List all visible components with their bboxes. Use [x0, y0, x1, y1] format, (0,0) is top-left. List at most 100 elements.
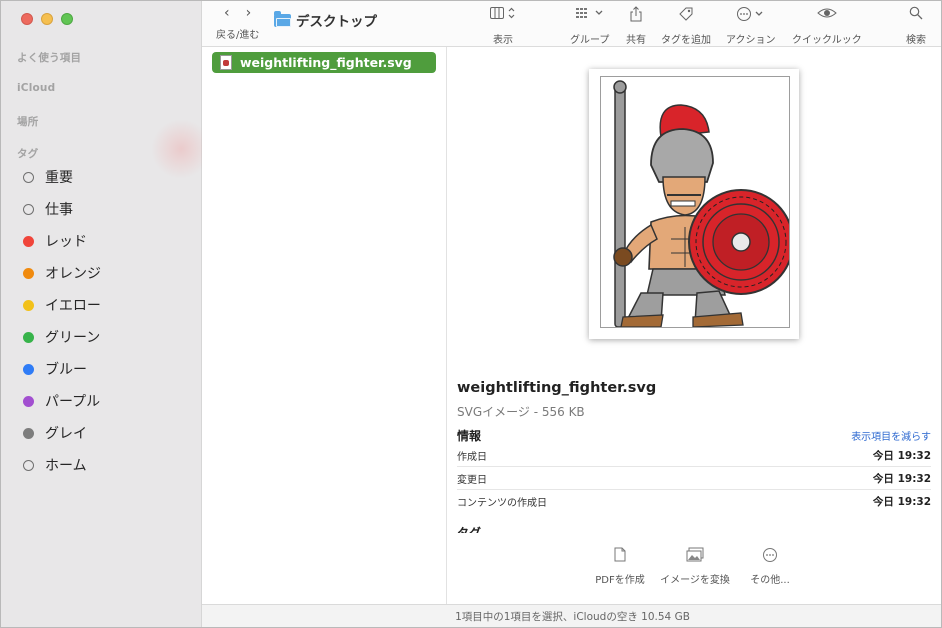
more-icon [735, 547, 805, 565]
sidebar-tag-red[interactable]: レッド [1, 225, 201, 257]
preview-file-kind: SVGイメージ - 556 KB [457, 405, 585, 419]
search-button-label: 検索 [906, 35, 926, 46]
column-view-icon [490, 6, 516, 24]
search-icon [906, 6, 926, 24]
info-value: 今日 19:32 [872, 472, 931, 485]
photos-icon [660, 547, 730, 565]
back-chevron-icon[interactable]: ‹ [224, 5, 230, 21]
file-thumbnail[interactable] [589, 69, 799, 339]
create-pdf-label: PDFを作成 [595, 575, 645, 586]
sidebar-tag-yellow[interactable]: イエロー [1, 289, 201, 321]
window-title: デスクトップ [274, 10, 377, 30]
convert-image-label: イメージを変換 [660, 575, 730, 586]
sidebar-tag-label: ブルー [45, 362, 87, 378]
svg-file-icon [220, 55, 232, 70]
sidebar-tag-gray[interactable]: グレイ [1, 417, 201, 449]
action-button-label: アクション [726, 35, 776, 46]
group-button[interactable]: グループ [570, 6, 609, 46]
hollow-circle-icon [23, 171, 34, 183]
info-value: 今日 19:32 [872, 496, 931, 508]
info-label: 作成日 [457, 451, 487, 463]
sidebar-tag-label: グリーン [45, 330, 101, 346]
finder-window: よく使う項目 iCloud 場所 タグ 重要 仕事 レッド オレンジ イエロー … [0, 0, 942, 628]
status-bar: 1項目中の1項目を選択、iCloudの空き 10.54 GB [202, 604, 941, 627]
sidebar-section-locations[interactable]: 場所 [17, 114, 38, 129]
red-dot-icon [23, 235, 34, 247]
tag-icon [661, 6, 711, 24]
hollow-circle-icon [23, 203, 34, 215]
hollow-circle-icon [23, 459, 34, 471]
sidebar-section-icloud[interactable]: iCloud [17, 82, 55, 94]
add-tag-button[interactable]: タグを追加 [661, 6, 711, 46]
sidebar-tag-important[interactable]: 重要 [1, 161, 201, 193]
purple-dot-icon [23, 395, 34, 407]
close-window-button[interactable] [21, 13, 33, 25]
info-row-modified: 変更日 今日 19:32 [457, 467, 931, 490]
sidebar-tag-blue[interactable]: ブルー [1, 353, 201, 385]
sidebar-tag-green[interactable]: グリーン [1, 321, 201, 353]
add-tag-button-label: タグを追加 [661, 35, 711, 46]
sidebar-tag-home[interactable]: ホーム [1, 449, 201, 481]
sidebar-tag-label: グレイ [45, 426, 87, 442]
sidebar-section-tags[interactable]: タグ [17, 146, 38, 161]
tags-heading: タグ [457, 526, 482, 533]
sidebar-tag-label: レッド [45, 234, 87, 250]
orange-dot-icon [23, 267, 34, 279]
sidebar-tag-label: 重要 [45, 170, 73, 186]
sidebar-tag-purple[interactable]: パープル [1, 385, 201, 417]
folder-icon [274, 10, 291, 27]
info-label: コンテンツの作成日 [457, 498, 547, 509]
preview-file-name: weightlifting_fighter.svg [457, 380, 657, 396]
more-actions-button[interactable]: その他... [735, 547, 805, 588]
sidebar-tag-label: 仕事 [45, 202, 73, 218]
share-button-label: 共有 [626, 35, 646, 46]
group-button-label: グループ [570, 35, 610, 46]
eye-icon [792, 6, 862, 24]
view-button-label: 表示 [493, 35, 513, 46]
green-dot-icon [23, 331, 34, 343]
more-actions-label: その他... [750, 575, 790, 586]
preview-pane: weightlifting_fighter.svg SVGイメージ - 556 … [447, 47, 941, 604]
sidebar-tag-label: ホーム [45, 458, 87, 474]
sidebar-tag-label: オレンジ [45, 266, 101, 282]
minimize-window-button[interactable] [41, 13, 53, 25]
gray-dot-icon [23, 427, 34, 439]
info-row-created: 作成日 今日 19:32 [457, 444, 931, 467]
tag-list: 重要 仕事 レッド オレンジ イエロー グリーン ブルー パープル グレイ ホー… [1, 161, 201, 481]
sidebar-tag-label: パープル [45, 394, 101, 410]
zoom-window-button[interactable] [61, 13, 73, 25]
sidebar-tag-work[interactable]: 仕事 [1, 193, 201, 225]
sidebar-tag-label: イエロー [45, 298, 101, 314]
group-grid-icon [570, 6, 609, 24]
info-row-content-created: コンテンツの作成日 今日 19:32 [457, 490, 931, 513]
yellow-dot-icon [23, 299, 34, 311]
show-less-link[interactable]: 表示項目を減らす [851, 428, 931, 443]
nav-buttons: ‹ › 戻る/進む [216, 5, 276, 41]
quicklook-button-label: クイックルック [792, 35, 862, 46]
window-controls [21, 13, 73, 25]
toolbar: ‹ › 戻る/進む デスクトップ 表示 グループ 共有 タグを追加 アクション … [202, 1, 941, 47]
file-row-selected[interactable]: weightlifting_fighter.svg [212, 52, 436, 73]
file-name: weightlifting_fighter.svg [240, 55, 412, 70]
create-pdf-button[interactable]: PDFを作成 [585, 547, 655, 588]
share-button[interactable]: 共有 [626, 6, 646, 46]
sidebar-section-favorites[interactable]: よく使う項目 [17, 50, 81, 65]
action-button[interactable]: アクション [726, 6, 776, 46]
sidebar-tag-orange[interactable]: オレンジ [1, 257, 201, 289]
view-button[interactable]: 表示 [490, 6, 516, 46]
quicklook-button[interactable]: クイックルック [792, 6, 862, 46]
thumbnail-image [600, 76, 790, 328]
sidebar: よく使う項目 iCloud 場所 タグ 重要 仕事 レッド オレンジ イエロー … [1, 1, 211, 627]
convert-image-button[interactable]: イメージを変換 [660, 547, 730, 588]
file-list-column[interactable]: weightlifting_fighter.svg [202, 47, 447, 604]
document-icon [585, 547, 655, 565]
forward-chevron-icon[interactable]: › [246, 5, 252, 21]
blue-dot-icon [23, 363, 34, 375]
search-button[interactable]: 検索 [906, 6, 926, 46]
info-label: 変更日 [457, 474, 487, 486]
share-icon [626, 6, 646, 24]
ellipsis-circle-icon [726, 6, 776, 24]
info-value: 今日 19:32 [872, 449, 931, 462]
nav-label: 戻る/進む [216, 30, 260, 41]
info-heading: 情報 [457, 429, 482, 443]
